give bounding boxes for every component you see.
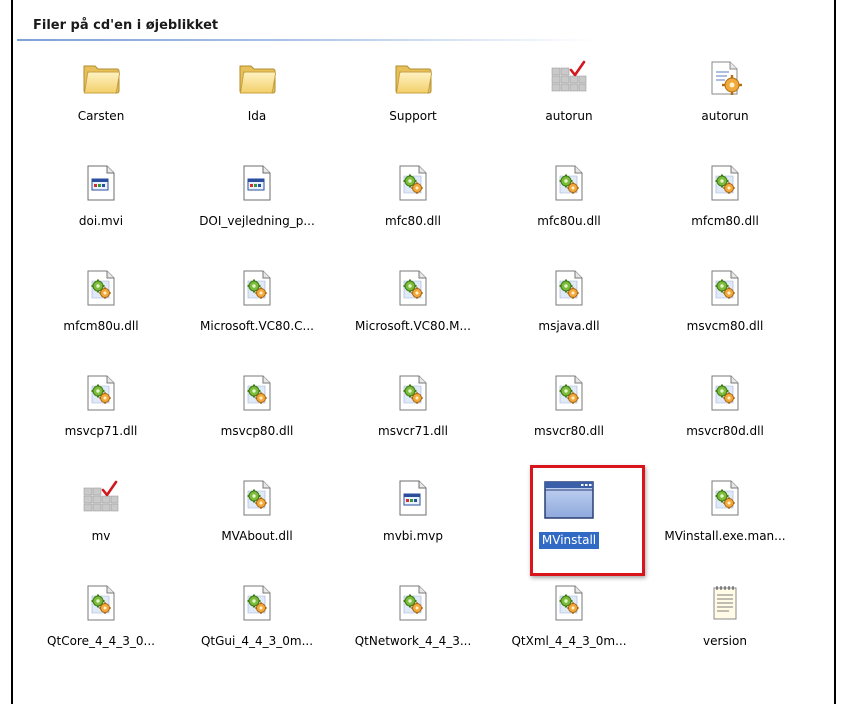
folder-icon xyxy=(237,58,277,98)
file-label: autorun xyxy=(545,109,593,123)
file-label: Microsoft.VC80.C... xyxy=(200,319,314,333)
file-label: MVAbout.dll xyxy=(221,529,293,543)
file-item[interactable]: DOI_vejledning_p... xyxy=(179,163,335,268)
file-item[interactable]: autorun xyxy=(491,58,647,163)
file-label: Carsten xyxy=(77,109,125,123)
setup-information-icon xyxy=(81,478,121,518)
file-label: QtNetwork_4_4_3... xyxy=(354,634,472,648)
file-item[interactable]: Microsoft.VC80.C... xyxy=(179,268,335,373)
file-label: msvcp80.dll xyxy=(220,424,294,438)
folder-icon xyxy=(81,58,121,98)
generic-application-file-icon xyxy=(81,163,121,203)
dll-icon xyxy=(393,268,433,308)
file-item[interactable]: mv xyxy=(23,478,179,583)
window-right-border xyxy=(834,0,836,704)
file-label: msvcr71.dll xyxy=(378,424,448,438)
file-item[interactable]: autorun xyxy=(647,58,803,163)
file-item[interactable]: msvcr71.dll xyxy=(335,373,491,478)
file-item[interactable]: version xyxy=(647,583,803,688)
file-label: msjava.dll xyxy=(538,319,600,333)
file-item[interactable]: msvcr80d.dll xyxy=(647,373,803,478)
file-item[interactable]: msvcp71.dll xyxy=(23,373,179,478)
file-item[interactable]: msvcp80.dll xyxy=(179,373,335,478)
file-item[interactable]: QtXml_4_4_3_0m... xyxy=(491,583,647,688)
file-item[interactable]: mfc80u.dll xyxy=(491,163,647,268)
window-left-border xyxy=(11,0,13,704)
file-item[interactable]: msjava.dll xyxy=(491,268,647,373)
file-label: version xyxy=(703,634,747,648)
file-label: autorun xyxy=(701,109,749,123)
file-label: Microsoft.VC80.M... xyxy=(355,319,471,333)
file-label: mfc80u.dll xyxy=(537,214,601,228)
file-item[interactable]: QtCore_4_4_3_0... xyxy=(23,583,179,688)
file-label: QtCore_4_4_3_0... xyxy=(47,634,155,648)
dll-icon xyxy=(237,583,277,623)
file-item[interactable]: mvbi.mvp xyxy=(335,478,491,583)
dll-icon xyxy=(705,373,745,413)
file-item[interactable]: msvcr80.dll xyxy=(491,373,647,478)
file-label: mv xyxy=(91,529,111,543)
file-item[interactable]: mfcm80u.dll xyxy=(23,268,179,373)
file-label: msvcp71.dll xyxy=(64,424,138,438)
file-item[interactable]: mfc80.dll xyxy=(335,163,491,268)
file-item[interactable]: mfcm80.dll xyxy=(647,163,803,268)
file-item[interactable]: QtGui_4_4_3_0m... xyxy=(179,583,335,688)
file-item[interactable]: Microsoft.VC80.M... xyxy=(335,268,491,373)
generic-application-file-icon xyxy=(237,163,277,203)
file-item[interactable]: MVinstall.exe.man... xyxy=(647,478,803,583)
application-window-icon xyxy=(543,478,595,522)
file-label: msvcr80d.dll xyxy=(686,424,764,438)
dll-icon xyxy=(393,583,433,623)
file-item[interactable]: Ida xyxy=(179,58,335,163)
file-item[interactable]: QtNetwork_4_4_3... xyxy=(335,583,491,688)
dll-icon xyxy=(237,373,277,413)
file-icon-grid: Carsten Ida Support autorun autorun doi.… xyxy=(23,58,803,688)
file-label: QtGui_4_4_3_0m... xyxy=(200,634,314,648)
generic-application-file-icon xyxy=(393,478,433,518)
text-document-icon xyxy=(705,583,745,623)
dll-icon xyxy=(81,373,121,413)
file-label: Support xyxy=(389,109,437,123)
dll-icon xyxy=(393,163,433,203)
file-item[interactable]: doi.mvi xyxy=(23,163,179,268)
dll-icon xyxy=(81,583,121,623)
file-group-header: Filer på cd'en i øjeblikket xyxy=(13,14,836,41)
dll-icon xyxy=(549,163,589,203)
dll-icon xyxy=(81,268,121,308)
file-label: MVinstall xyxy=(538,532,600,549)
group-divider xyxy=(17,39,597,41)
file-label: mfc80.dll xyxy=(385,214,441,228)
file-label: mvbi.mvp xyxy=(383,529,443,543)
file-label: QtXml_4_4_3_0m... xyxy=(511,634,627,648)
file-item[interactable]: Carsten xyxy=(23,58,179,163)
file-item[interactable]: msvcm80.dll xyxy=(647,268,803,373)
setup-information-icon xyxy=(549,58,589,98)
dll-icon xyxy=(237,268,277,308)
file-item[interactable]: MVAbout.dll xyxy=(179,478,335,583)
file-label: Ida xyxy=(247,109,267,123)
dll-icon xyxy=(393,373,433,413)
dll-icon xyxy=(705,478,745,518)
dll-icon xyxy=(549,268,589,308)
file-label: msvcr80.dll xyxy=(534,424,604,438)
file-item[interactable]: Support xyxy=(335,58,491,163)
dll-icon xyxy=(705,268,745,308)
file-label: msvcm80.dll xyxy=(686,319,764,333)
file-label: mfcm80u.dll xyxy=(63,319,139,333)
dll-icon xyxy=(237,478,277,518)
dll-icon xyxy=(549,583,589,623)
group-title: Filer på cd'en i øjeblikket xyxy=(33,18,219,33)
file-label: doi.mvi xyxy=(78,214,124,228)
file-label: mfcm80.dll xyxy=(691,214,759,228)
dll-icon xyxy=(549,373,589,413)
folder-icon xyxy=(393,58,433,98)
file-label: DOI_vejledning_p... xyxy=(199,214,315,228)
file-label: MVinstall.exe.man... xyxy=(664,529,786,543)
file-item-selected[interactable]: MVinstall xyxy=(491,465,647,583)
dll-icon xyxy=(705,163,745,203)
configuration-file-icon xyxy=(705,58,745,98)
